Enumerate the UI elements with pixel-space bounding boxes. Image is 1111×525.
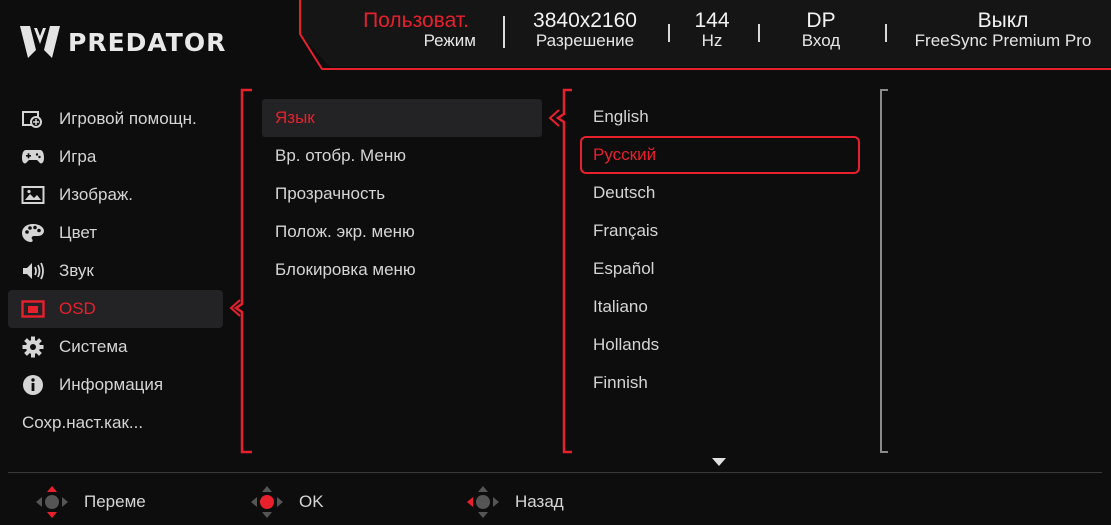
predator-logo-icon [20,26,60,58]
main-menu-label: Изображ. [59,185,134,204]
footer-ok-label: OK [299,492,324,511]
mode-value: Пользоват. [363,9,469,32]
osd-item-menu-lock[interactable]: Блокировка меню [262,251,542,289]
resolution-status: 3840x2160 Разрешение [515,10,655,49]
header-divider [758,24,760,42]
refresh-value: 144 [694,9,730,32]
refresh-label: Hz [701,31,723,50]
gear-icon [20,336,46,358]
main-menu-label: Сохр.наст.как... [22,413,144,432]
osd-icon [20,298,46,320]
main-menu-item-picture[interactable]: Изображ. [8,176,223,214]
footer-ok-hint: OK [249,484,324,520]
resolution-value: 3840x2160 [533,9,637,32]
input-value: DP [806,9,836,32]
resolution-label: Разрешение [535,31,635,50]
main-menu-label: Информация [59,375,164,394]
gamepad-icon [20,146,46,168]
joystick-move-icon [36,486,68,518]
freesync-status: Выкл FreeSync Premium Pro [903,10,1103,49]
language-option[interactable]: Deutsch [580,174,860,212]
header-divider [885,24,887,42]
mode-label: Режим [423,31,476,50]
predator-logo: PREDATOR [18,24,226,60]
info-icon [20,374,46,396]
picture-icon [20,184,46,206]
mode-status: Пользоват. Режим [352,10,480,49]
speaker-icon [20,260,46,282]
footer-move-hint: Переме [34,484,146,520]
header-divider [503,16,505,48]
freesync-value: Выкл [977,9,1029,32]
scroll-down-icon[interactable] [712,458,726,466]
language-option[interactable]: Finnish [580,364,860,402]
footer-back-hint: Назад [465,484,564,520]
language-list: English Русский Deutsch Français Español… [580,98,860,402]
footer-move-label: Переме [84,492,146,511]
game-assist-icon [20,108,46,130]
osd-submenu: Язык Вр. отобр. Меню Прозрачность Полож.… [262,99,542,289]
main-menu-item-game[interactable]: Игра [8,138,223,176]
main-menu-label: Система [59,337,128,356]
main-menu-item-osd[interactable]: OSD [8,290,223,328]
main-menu-item-sound[interactable]: Звук [8,252,223,290]
language-option[interactable]: Italiano [580,288,860,326]
osd-item-language[interactable]: Язык [262,99,542,137]
logo-text: PREDATOR [68,27,227,57]
header-divider [668,24,670,42]
osd-item-transparency[interactable]: Прозрачность [262,175,542,213]
joystick-press-icon [251,486,283,518]
language-bracket-left [548,88,572,454]
freesync-label: FreeSync Premium Pro [914,31,1092,50]
main-menu-item-game-assist[interactable]: Игровой помощн. [8,100,223,138]
detail-bracket [880,89,888,453]
main-menu-label: Звук [59,261,94,280]
input-label: Вход [801,31,841,50]
osd-item-menu-position[interactable]: Полож. экр. меню [262,213,542,251]
main-menu-item-information[interactable]: Информация [8,366,223,404]
language-option[interactable]: Hollands [580,326,860,364]
main-menu-label: Игровой помощн. [59,109,197,128]
main-menu-item-system[interactable]: Система [8,328,223,366]
main-menu-label: Игра [59,147,97,166]
language-option[interactable]: Español [580,250,860,288]
main-menu: Игровой помощн. Игра Изображ. Цвет Звук … [8,100,223,442]
osd-item-menu-timeout[interactable]: Вр. отобр. Меню [262,137,542,175]
main-menu-label: OSD [59,299,96,318]
language-option[interactable]: Français [580,212,860,250]
language-option[interactable]: English [580,98,860,136]
main-menu-item-color[interactable]: Цвет [8,214,223,252]
palette-icon [20,222,46,244]
submenu-bracket-left [229,88,252,454]
main-menu-label: Цвет [59,223,98,242]
footer-divider [8,472,1102,473]
joystick-back-icon [467,486,499,518]
footer-back-label: Назад [515,492,564,511]
input-status: DP Вход [785,10,857,49]
refresh-status: 144 Hz [686,10,738,49]
language-option-selected[interactable]: Русский [580,136,860,174]
main-menu-item-save-settings[interactable]: Сохр.наст.как... [8,404,223,442]
